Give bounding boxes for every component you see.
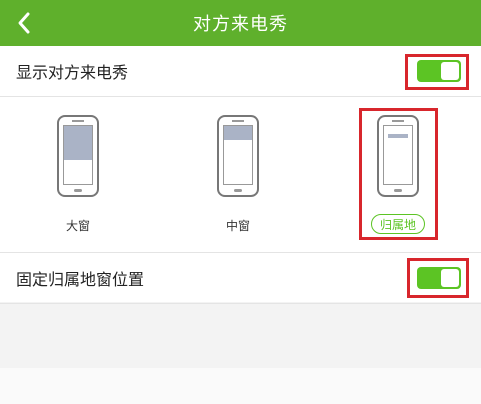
- fixed-location-label: 固定归属地窗位置: [16, 270, 145, 289]
- bottom-area: [0, 368, 481, 404]
- option-medium-label: 中窗: [225, 219, 250, 233]
- settings-panel: 显示对方来电秀 大窗 中窗 归属地 固定归属地窗位置: [0, 46, 481, 304]
- option-medium-window[interactable]: 中窗: [168, 97, 308, 252]
- highlight-box: [407, 258, 469, 298]
- phone-large-icon: [57, 115, 99, 197]
- highlight-box: [359, 108, 438, 240]
- phone-medium-icon: [217, 115, 259, 197]
- page-title: 对方来电秀: [193, 14, 288, 35]
- highlight-box: [405, 54, 469, 90]
- option-large-window[interactable]: 大窗: [8, 97, 148, 252]
- show-caller-show-label: 显示对方来电秀: [16, 63, 129, 82]
- app-header: 对方来电秀: [0, 0, 481, 46]
- option-large-label: 大窗: [65, 219, 90, 233]
